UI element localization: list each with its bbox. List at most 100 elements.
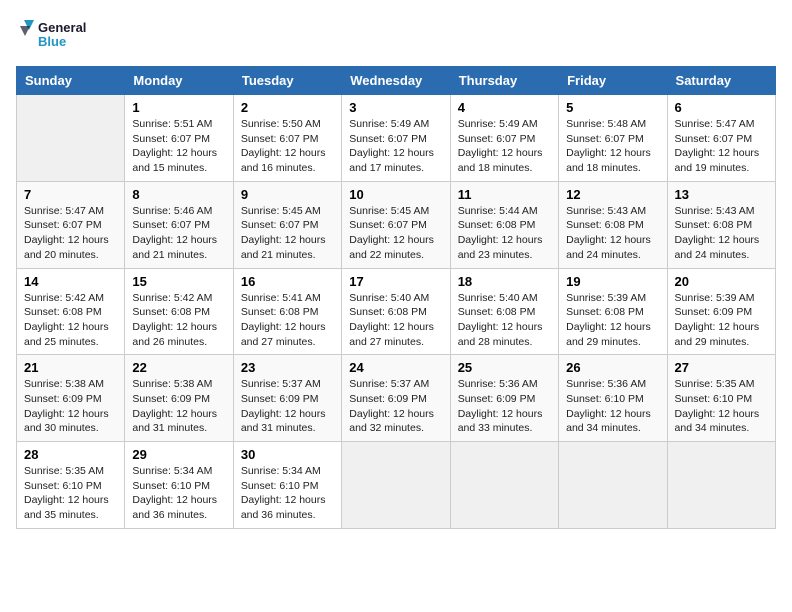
calendar-cell: 9 Sunrise: 5:45 AMSunset: 6:07 PMDaylight… bbox=[233, 181, 341, 268]
day-detail: Sunrise: 5:38 AMSunset: 6:09 PMDaylight:… bbox=[24, 377, 117, 436]
day-number: 2 bbox=[241, 100, 334, 115]
day-number: 6 bbox=[675, 100, 768, 115]
calendar-cell: 27 Sunrise: 5:35 AMSunset: 6:10 PMDayligh… bbox=[667, 355, 775, 442]
day-number: 13 bbox=[675, 187, 768, 202]
day-detail: Sunrise: 5:42 AMSunset: 6:08 PMDaylight:… bbox=[24, 291, 117, 350]
day-detail: Sunrise: 5:47 AMSunset: 6:07 PMDaylight:… bbox=[675, 117, 768, 176]
calendar-week-row: 14 Sunrise: 5:42 AMSunset: 6:08 PMDayligh… bbox=[17, 268, 776, 355]
day-number: 8 bbox=[132, 187, 225, 202]
calendar-cell: 5 Sunrise: 5:48 AMSunset: 6:07 PMDaylight… bbox=[559, 95, 667, 182]
day-number: 4 bbox=[458, 100, 551, 115]
calendar-cell: 6 Sunrise: 5:47 AMSunset: 6:07 PMDaylight… bbox=[667, 95, 775, 182]
calendar-cell: 25 Sunrise: 5:36 AMSunset: 6:09 PMDayligh… bbox=[450, 355, 558, 442]
day-number: 28 bbox=[24, 447, 117, 462]
weekday-header: Tuesday bbox=[233, 67, 341, 95]
day-detail: Sunrise: 5:36 AMSunset: 6:09 PMDaylight:… bbox=[458, 377, 551, 436]
day-number: 25 bbox=[458, 360, 551, 375]
day-detail: Sunrise: 5:43 AMSunset: 6:08 PMDaylight:… bbox=[566, 204, 659, 263]
day-number: 11 bbox=[458, 187, 551, 202]
day-number: 21 bbox=[24, 360, 117, 375]
calendar-cell: 26 Sunrise: 5:36 AMSunset: 6:10 PMDayligh… bbox=[559, 355, 667, 442]
weekday-header: Wednesday bbox=[342, 67, 450, 95]
day-detail: Sunrise: 5:34 AMSunset: 6:10 PMDaylight:… bbox=[132, 464, 225, 523]
day-number: 10 bbox=[349, 187, 442, 202]
day-number: 29 bbox=[132, 447, 225, 462]
weekday-header: Friday bbox=[559, 67, 667, 95]
day-detail: Sunrise: 5:40 AMSunset: 6:08 PMDaylight:… bbox=[349, 291, 442, 350]
day-detail: Sunrise: 5:48 AMSunset: 6:07 PMDaylight:… bbox=[566, 117, 659, 176]
calendar-cell: 13 Sunrise: 5:43 AMSunset: 6:08 PMDayligh… bbox=[667, 181, 775, 268]
day-number: 20 bbox=[675, 274, 768, 289]
day-detail: Sunrise: 5:46 AMSunset: 6:07 PMDaylight:… bbox=[132, 204, 225, 263]
calendar-cell bbox=[559, 442, 667, 529]
calendar-cell: 1 Sunrise: 5:51 AMSunset: 6:07 PMDaylight… bbox=[125, 95, 233, 182]
calendar-cell: 10Sunrise: 5:45 AMSunset: 6:07 PMDayligh… bbox=[342, 181, 450, 268]
day-detail: Sunrise: 5:39 AMSunset: 6:08 PMDaylight:… bbox=[566, 291, 659, 350]
calendar-cell: 2 Sunrise: 5:50 AMSunset: 6:07 PMDaylight… bbox=[233, 95, 341, 182]
calendar-cell: 20 Sunrise: 5:39 AMSunset: 6:09 PMDayligh… bbox=[667, 268, 775, 355]
day-number: 26 bbox=[566, 360, 659, 375]
calendar-week-row: 21 Sunrise: 5:38 AMSunset: 6:09 PMDayligh… bbox=[17, 355, 776, 442]
day-number: 27 bbox=[675, 360, 768, 375]
calendar-cell bbox=[450, 442, 558, 529]
day-number: 23 bbox=[241, 360, 334, 375]
logo: General Blue bbox=[16, 16, 106, 54]
weekday-header-row: SundayMondayTuesdayWednesdayThursdayFrid… bbox=[17, 67, 776, 95]
day-detail: Sunrise: 5:37 AMSunset: 6:09 PMDaylight:… bbox=[241, 377, 334, 436]
day-detail: Sunrise: 5:45 AMSunset: 6:07 PMDaylight:… bbox=[241, 204, 334, 263]
calendar-cell: 28Sunrise: 5:35 AMSunset: 6:10 PMDayligh… bbox=[17, 442, 125, 529]
day-detail: Sunrise: 5:36 AMSunset: 6:10 PMDaylight:… bbox=[566, 377, 659, 436]
calendar-cell: 11 Sunrise: 5:44 AMSunset: 6:08 PMDayligh… bbox=[450, 181, 558, 268]
day-detail: Sunrise: 5:47 AMSunset: 6:07 PMDaylight:… bbox=[24, 204, 117, 263]
calendar-week-row: 7 Sunrise: 5:47 AMSunset: 6:07 PMDaylight… bbox=[17, 181, 776, 268]
day-detail: Sunrise: 5:39 AMSunset: 6:09 PMDaylight:… bbox=[675, 291, 768, 350]
calendar-week-row: 28Sunrise: 5:35 AMSunset: 6:10 PMDayligh… bbox=[17, 442, 776, 529]
day-detail: Sunrise: 5:41 AMSunset: 6:08 PMDaylight:… bbox=[241, 291, 334, 350]
day-number: 15 bbox=[132, 274, 225, 289]
calendar-table: SundayMondayTuesdayWednesdayThursdayFrid… bbox=[16, 66, 776, 529]
day-number: 30 bbox=[241, 447, 334, 462]
calendar-cell: 8 Sunrise: 5:46 AMSunset: 6:07 PMDaylight… bbox=[125, 181, 233, 268]
logo-svg: General Blue bbox=[16, 16, 106, 54]
day-number: 19 bbox=[566, 274, 659, 289]
calendar-cell bbox=[667, 442, 775, 529]
day-detail: Sunrise: 5:37 AMSunset: 6:09 PMDaylight:… bbox=[349, 377, 442, 436]
calendar-cell: 21 Sunrise: 5:38 AMSunset: 6:09 PMDayligh… bbox=[17, 355, 125, 442]
day-detail: Sunrise: 5:51 AMSunset: 6:07 PMDaylight:… bbox=[132, 117, 225, 176]
day-number: 14 bbox=[24, 274, 117, 289]
day-number: 1 bbox=[132, 100, 225, 115]
day-number: 3 bbox=[349, 100, 442, 115]
day-detail: Sunrise: 5:35 AMSunset: 6:10 PMDaylight:… bbox=[675, 377, 768, 436]
svg-text:General: General bbox=[38, 20, 86, 35]
weekday-header: Monday bbox=[125, 67, 233, 95]
day-number: 7 bbox=[24, 187, 117, 202]
calendar-cell bbox=[17, 95, 125, 182]
calendar-cell: 4 Sunrise: 5:49 AMSunset: 6:07 PMDaylight… bbox=[450, 95, 558, 182]
svg-text:Blue: Blue bbox=[38, 34, 66, 49]
day-number: 5 bbox=[566, 100, 659, 115]
weekday-header: Saturday bbox=[667, 67, 775, 95]
day-detail: Sunrise: 5:49 AMSunset: 6:07 PMDaylight:… bbox=[458, 117, 551, 176]
calendar-cell: 3 Sunrise: 5:49 AMSunset: 6:07 PMDaylight… bbox=[342, 95, 450, 182]
weekday-header: Sunday bbox=[17, 67, 125, 95]
day-number: 22 bbox=[132, 360, 225, 375]
day-detail: Sunrise: 5:44 AMSunset: 6:08 PMDaylight:… bbox=[458, 204, 551, 263]
calendar-cell: 7 Sunrise: 5:47 AMSunset: 6:07 PMDaylight… bbox=[17, 181, 125, 268]
day-number: 16 bbox=[241, 274, 334, 289]
calendar-cell: 29 Sunrise: 5:34 AMSunset: 6:10 PMDayligh… bbox=[125, 442, 233, 529]
day-detail: Sunrise: 5:38 AMSunset: 6:09 PMDaylight:… bbox=[132, 377, 225, 436]
calendar-cell bbox=[342, 442, 450, 529]
day-detail: Sunrise: 5:43 AMSunset: 6:08 PMDaylight:… bbox=[675, 204, 768, 263]
calendar-cell: 24 Sunrise: 5:37 AMSunset: 6:09 PMDayligh… bbox=[342, 355, 450, 442]
calendar-cell: 17 Sunrise: 5:40 AMSunset: 6:08 PMDayligh… bbox=[342, 268, 450, 355]
day-detail: Sunrise: 5:49 AMSunset: 6:07 PMDaylight:… bbox=[349, 117, 442, 176]
day-number: 24 bbox=[349, 360, 442, 375]
day-number: 17 bbox=[349, 274, 442, 289]
calendar-cell: 12 Sunrise: 5:43 AMSunset: 6:08 PMDayligh… bbox=[559, 181, 667, 268]
day-number: 9 bbox=[241, 187, 334, 202]
calendar-week-row: 1 Sunrise: 5:51 AMSunset: 6:07 PMDaylight… bbox=[17, 95, 776, 182]
day-number: 12 bbox=[566, 187, 659, 202]
day-detail: Sunrise: 5:34 AMSunset: 6:10 PMDaylight:… bbox=[241, 464, 334, 523]
day-detail: Sunrise: 5:40 AMSunset: 6:08 PMDaylight:… bbox=[458, 291, 551, 350]
day-detail: Sunrise: 5:50 AMSunset: 6:07 PMDaylight:… bbox=[241, 117, 334, 176]
